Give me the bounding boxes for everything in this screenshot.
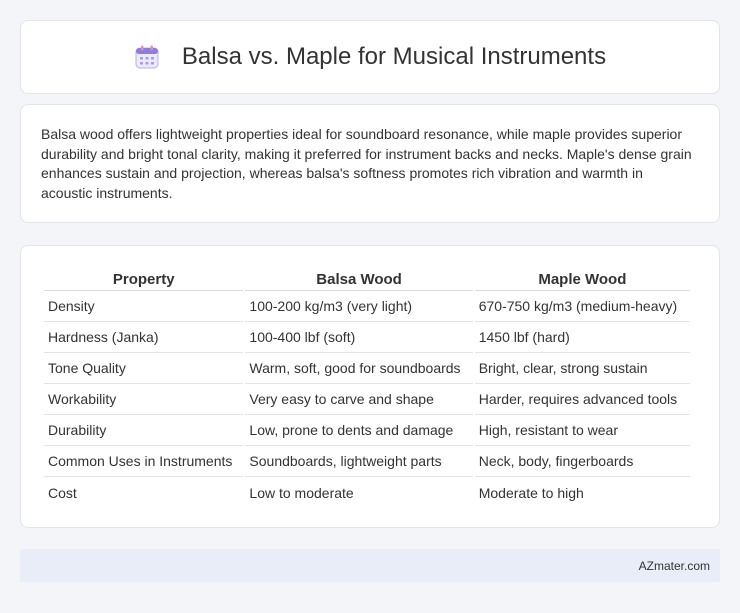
table-row: Cost Low to moderate Moderate to high: [44, 477, 690, 508]
page-title: Balsa vs. Maple for Musical Instruments: [181, 43, 607, 70]
calendar-icon: [134, 44, 160, 70]
property-cell: Density: [44, 291, 244, 322]
column-header-maple: Maple Wood: [474, 266, 690, 291]
balsa-cell: Low to moderate: [249, 484, 354, 501]
balsa-cell: 100-400 lbf (soft): [245, 322, 473, 353]
table-row: Workability Very easy to carve and shape…: [44, 384, 690, 415]
footer-brand-link[interactable]: AZmater.com: [639, 559, 710, 573]
comparison-table-card: Property Balsa Wood Maple Wood Density 1…: [20, 245, 720, 528]
column-header-property: Property: [44, 266, 244, 291]
property-cell: Common Uses in Instruments: [44, 446, 244, 477]
summary-paragraph: Balsa wood offers lightweight properties…: [41, 126, 692, 201]
maple-cell: 670-750 kg/m3 (medium-heavy): [474, 291, 690, 322]
balsa-cell: Soundboards, lightweight parts: [245, 446, 473, 477]
property-cell: Cost: [48, 484, 77, 501]
maple-cell: Neck, body, fingerboards: [474, 446, 690, 477]
property-cell: Durability: [44, 415, 244, 446]
table-row: Hardness (Janka) 100-400 lbf (soft) 1450…: [44, 322, 690, 353]
comparison-table: Property Balsa Wood Maple Wood Density 1…: [42, 266, 692, 508]
maple-cell: Harder, requires advanced tools: [474, 384, 690, 415]
table-row: Density 100-200 kg/m3 (very light) 670-7…: [44, 291, 690, 322]
property-cell: Tone Quality: [44, 353, 244, 384]
column-header-balsa: Balsa Wood: [245, 266, 473, 291]
balsa-cell: Warm, soft, good for soundboards: [245, 353, 473, 384]
property-cell: Workability: [44, 384, 244, 415]
maple-cell: 1450 lbf (hard): [474, 322, 690, 353]
title-card: Balsa vs. Maple for Musical Instruments: [20, 20, 720, 94]
table-header-row: Property Balsa Wood Maple Wood: [44, 266, 690, 291]
table-row: Common Uses in Instruments Soundboards, …: [44, 446, 690, 477]
property-cell: Hardness (Janka): [44, 322, 244, 353]
summary-card: Balsa wood offers lightweight properties…: [20, 104, 720, 223]
footer: AZmater.com: [20, 549, 720, 582]
balsa-cell: 100-200 kg/m3 (very light): [245, 291, 473, 322]
table-row: Durability Low, prone to dents and damag…: [44, 415, 690, 446]
maple-cell: Moderate to high: [478, 484, 584, 501]
maple-cell: High, resistant to wear: [474, 415, 690, 446]
maple-cell: Bright, clear, strong sustain: [474, 353, 690, 384]
balsa-cell: Low, prone to dents and damage: [245, 415, 473, 446]
balsa-cell: Very easy to carve and shape: [245, 384, 473, 415]
table-row: Tone Quality Warm, soft, good for soundb…: [44, 353, 690, 384]
